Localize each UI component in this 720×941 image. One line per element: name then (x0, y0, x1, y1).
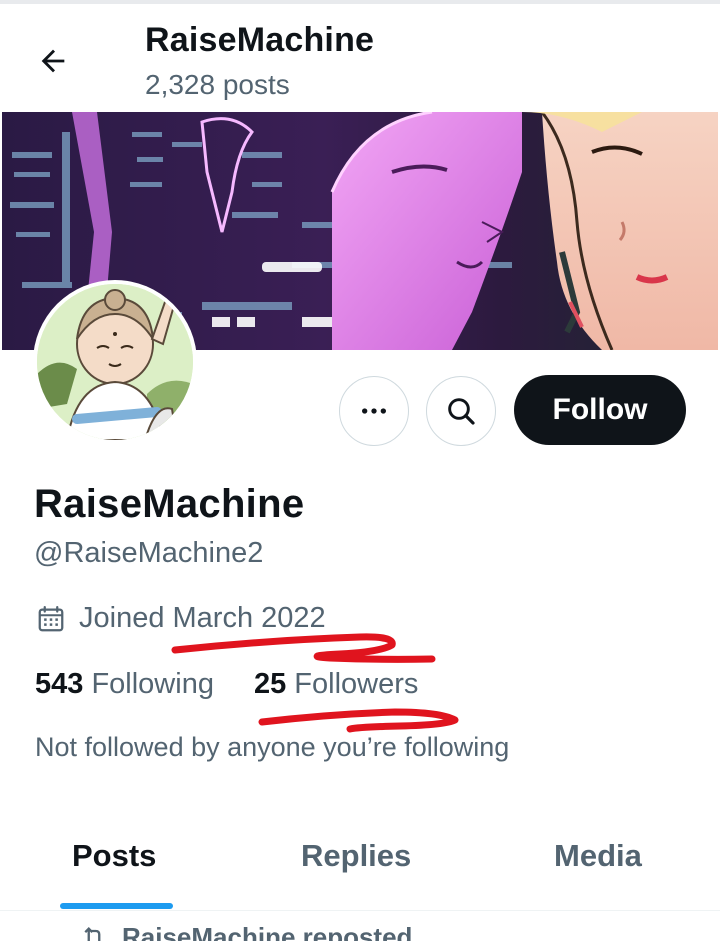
repost-context-text: RaiseMachine reposted (122, 922, 413, 941)
mutuals-note: Not followed by anyone you’re following (35, 732, 510, 762)
profile-header: RaiseMachine 2,328 posts (0, 4, 720, 112)
tab-media[interactable]: Media (554, 838, 642, 874)
profile-avatar[interactable] (33, 280, 197, 444)
profile-tabs: Posts Replies Media (0, 820, 720, 912)
more-button[interactable] (339, 376, 409, 446)
meditating-monk-avatar (37, 284, 193, 440)
search-icon (448, 398, 475, 425)
repost-icon (84, 926, 101, 941)
tab-replies[interactable]: Replies (301, 838, 411, 874)
profile-handle: @RaiseMachine2 (34, 537, 264, 569)
followers-link[interactable]: 25 Followers (254, 668, 418, 701)
header-title: RaiseMachine (145, 21, 375, 59)
followers-count: 25 (253, 668, 287, 700)
calendar-icon (38, 605, 64, 631)
following-count: 543 (35, 668, 84, 700)
follow-stats: 543 Following 25 Followers (35, 668, 418, 701)
following-label: Following (91, 668, 214, 700)
active-tab-indicator (60, 903, 173, 909)
followers-label: Followers (294, 668, 419, 700)
tab-posts[interactable]: Posts (72, 838, 156, 874)
more-horizontal-icon (362, 408, 386, 414)
search-button[interactable] (426, 376, 496, 446)
back-button[interactable] (26, 34, 80, 88)
joined-text: Joined March 2022 (79, 602, 326, 634)
profile-name: RaiseMachine (34, 482, 305, 526)
tabs-divider (0, 910, 720, 911)
arrow-left-icon (41, 49, 65, 73)
joined-date: Joined March 2022 (36, 602, 326, 635)
repost-context: RaiseMachine reposted (80, 922, 412, 941)
following-link[interactable]: 543 Following (35, 668, 214, 701)
header-post-count: 2,328 posts (145, 69, 290, 100)
follow-button[interactable]: Follow (514, 375, 686, 445)
